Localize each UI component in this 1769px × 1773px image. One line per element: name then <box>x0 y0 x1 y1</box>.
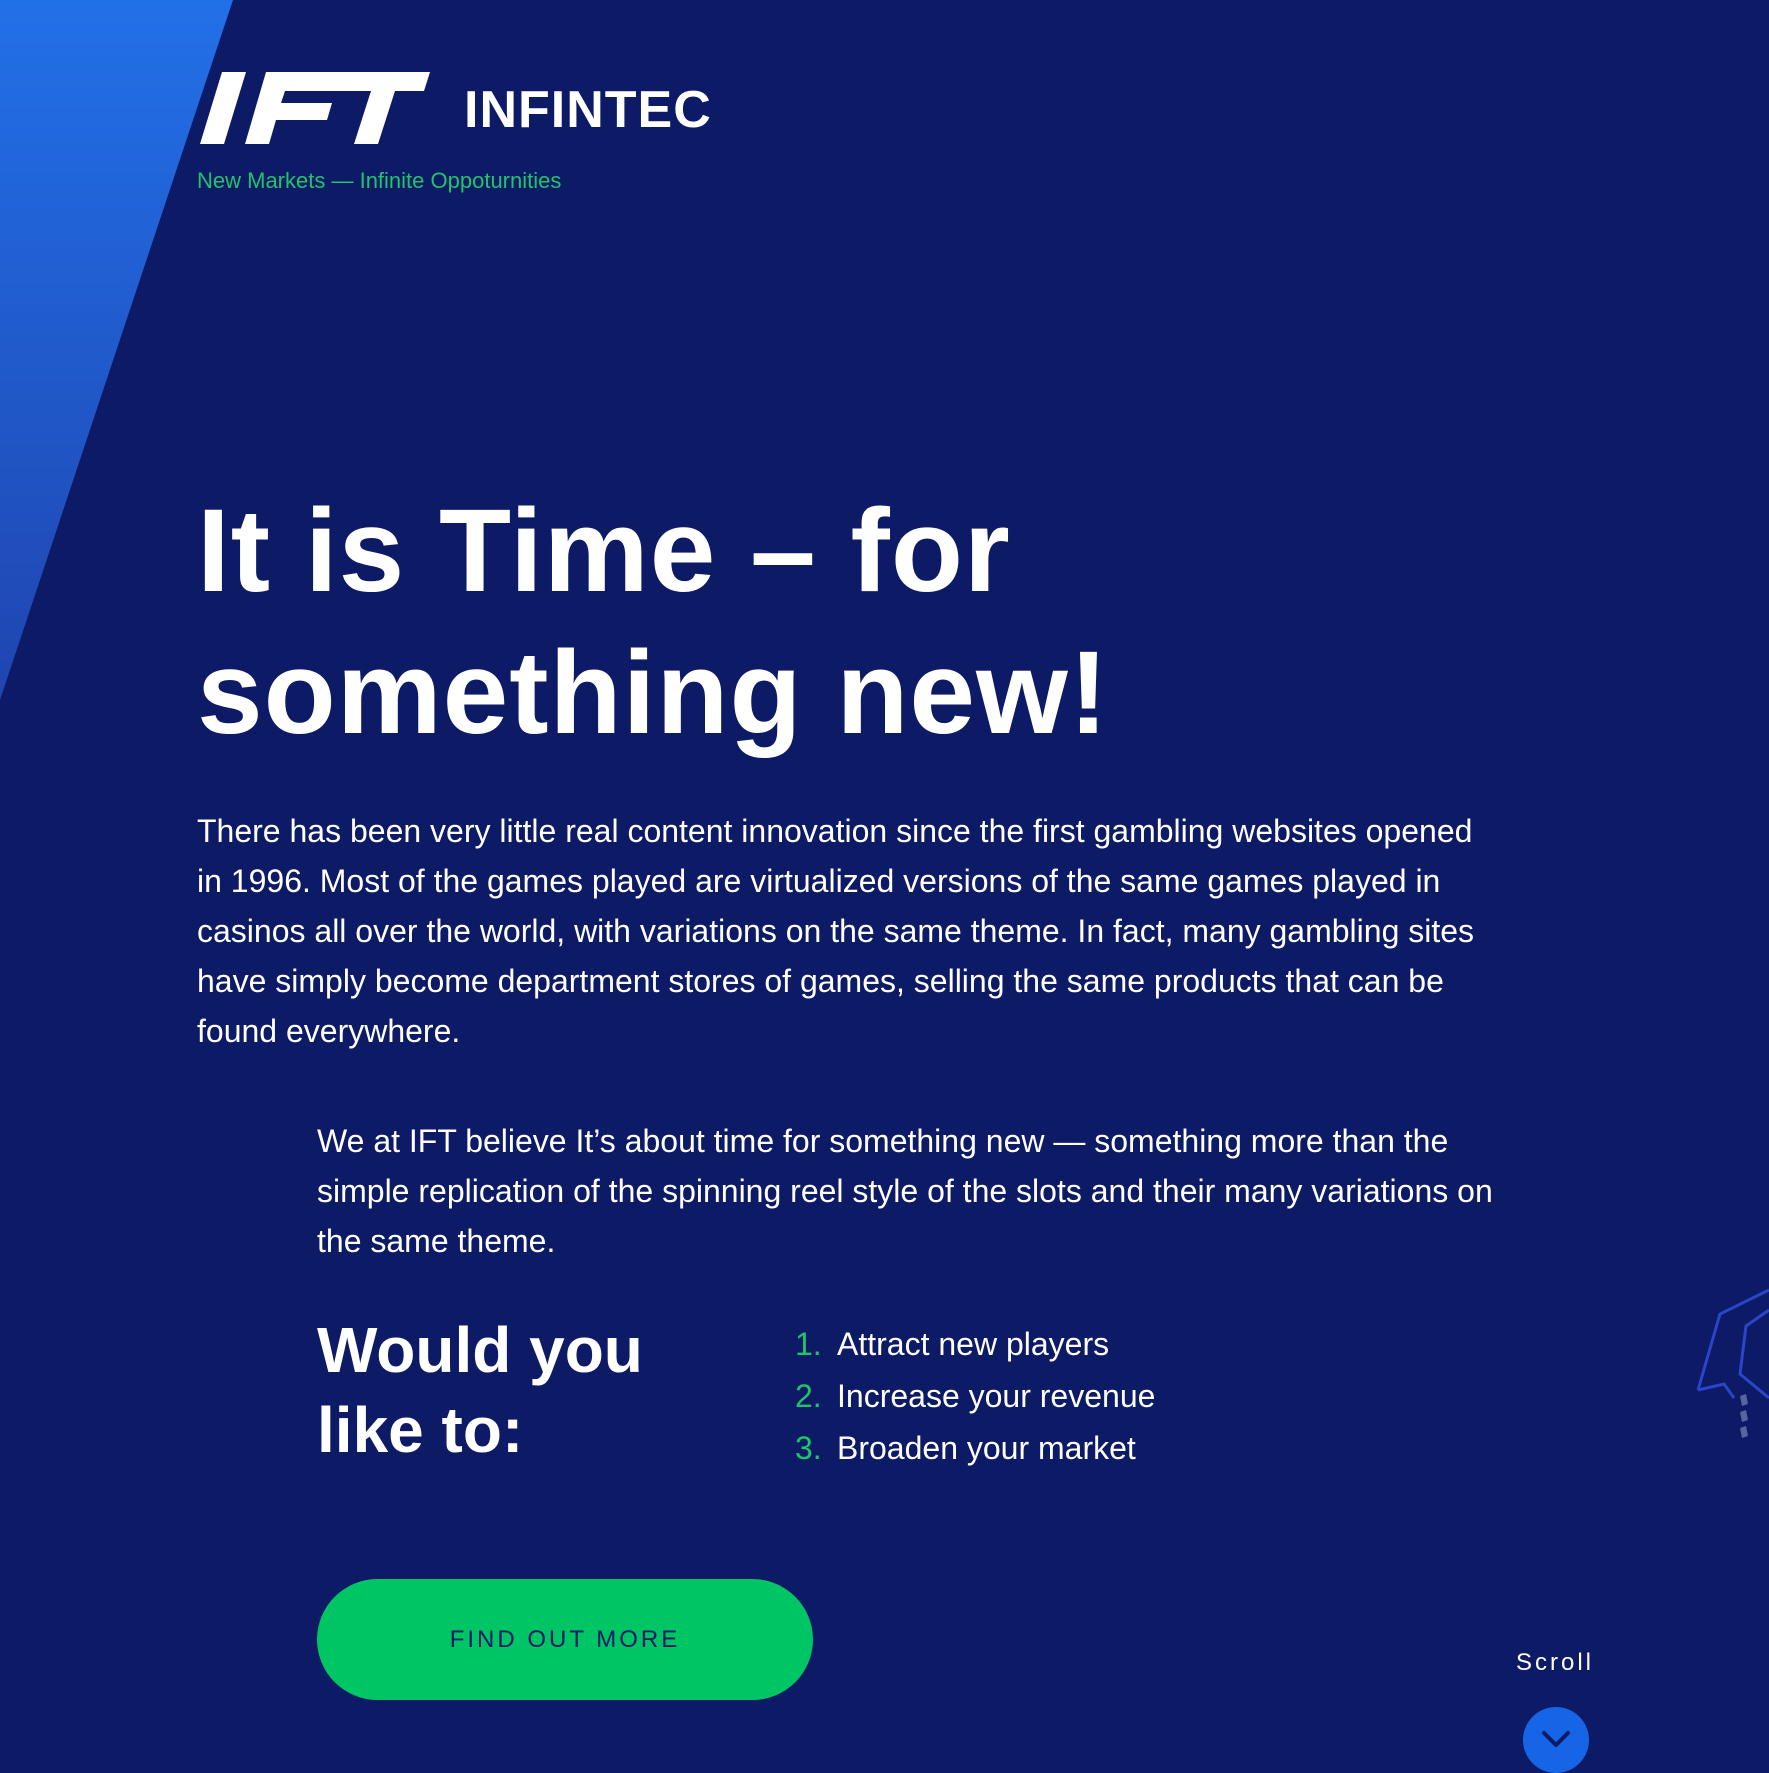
decorative-line-graphic <box>1696 1288 1769 1438</box>
list-item-text: Attract new players <box>837 1326 1110 1362</box>
list-item-number: 3. <box>795 1430 822 1466</box>
belief-paragraph: We at IFT believe It’s about time for so… <box>317 1123 1493 1259</box>
list-item: 3. Broaden your market <box>795 1422 1155 1474</box>
scroll-down-button[interactable] <box>1523 1707 1589 1773</box>
benefits-list: 1. Attract new players 2. Increase your re… <box>795 1318 1155 1474</box>
list-item-text: Broaden your market <box>837 1430 1136 1466</box>
list-item: 1. Attract new players <box>795 1318 1155 1370</box>
list-item-text: Increase your revenue <box>837 1378 1156 1414</box>
list-item: 2. Increase your revenue <box>795 1370 1155 1422</box>
offer-question: Would you like to: <box>317 1314 643 1466</box>
brand-name: INFINTEC <box>464 81 712 139</box>
ift-logo <box>200 72 430 144</box>
list-item-number: 2. <box>795 1378 822 1414</box>
list-item-number: 1. <box>795 1326 822 1362</box>
hero-headline: It is Time – for something new! <box>197 485 1110 759</box>
scroll-label: Scroll <box>1515 1649 1594 1676</box>
chevron-down-icon <box>1542 1731 1570 1747</box>
brand-tagline: New Markets — Infinite Oppoturnities <box>197 168 562 193</box>
find-out-more-button[interactable]: FIND OUT MORE <box>317 1579 813 1700</box>
intro-paragraph: There has been very little real content … <box>197 813 1475 1049</box>
